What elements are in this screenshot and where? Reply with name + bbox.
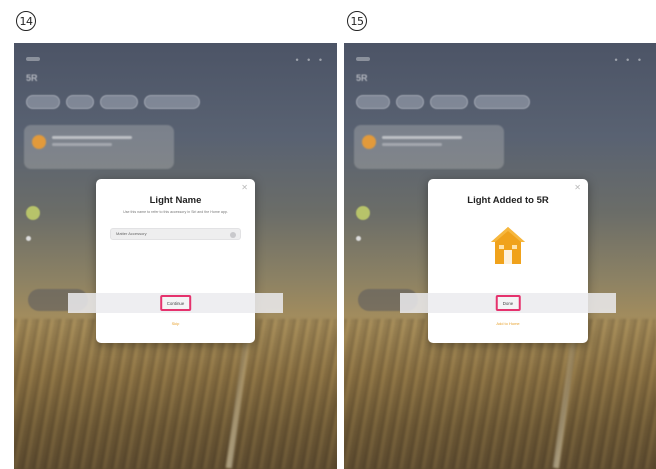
house-icon [491, 227, 525, 264]
category-chip[interactable] [474, 95, 530, 109]
close-icon[interactable]: ✕ [574, 184, 581, 192]
tile-text [382, 136, 462, 139]
category-chip[interactable] [26, 95, 60, 109]
screenshot-step-15: • • • 5R ✕ Light Added to 5R Done Add to… [344, 43, 656, 469]
dialog-subtitle: Use this name to refer to this accessory… [123, 210, 228, 214]
category-chips [26, 95, 200, 109]
light-name-input[interactable]: Matter Accessory [110, 228, 241, 240]
screenshot-step-14: • • • 5R ✕ Light Name Use this name to r… [14, 43, 337, 469]
home-title: 5R [356, 73, 368, 83]
category-chip[interactable] [430, 95, 468, 109]
accessory-icon [32, 135, 46, 149]
status-bar-time [356, 57, 370, 61]
done-button[interactable]: Done [495, 295, 521, 311]
dialog-title: Light Added to 5R [467, 195, 549, 206]
light-added-dialog: ✕ Light Added to 5R Done Add to Home [400, 179, 616, 343]
home-title: 5R [26, 73, 38, 83]
tile-text [52, 136, 132, 139]
status-bar-time [26, 57, 40, 61]
dialog-title: Light Name [149, 195, 202, 206]
light-name-value: Matter Accessory [116, 231, 147, 236]
light-name-dialog: ✕ Light Name Use this name to refer to t… [68, 179, 283, 343]
category-chip[interactable] [144, 95, 200, 109]
accessory-tile[interactable] [24, 125, 174, 169]
category-chip[interactable] [356, 95, 390, 109]
clear-icon[interactable] [230, 231, 236, 238]
accessory-icon [26, 206, 40, 220]
add-to-home-link[interactable]: Add to Home [428, 321, 588, 326]
skip-link[interactable]: Skip [96, 321, 255, 326]
continue-button[interactable]: Continue [159, 295, 192, 311]
step-number-14: 14 [16, 11, 36, 31]
status-bar-icons: • • • [614, 55, 644, 65]
tile-text [382, 143, 442, 146]
dot-icon [26, 236, 31, 241]
category-chip[interactable] [396, 95, 424, 109]
tile-text [52, 143, 112, 146]
category-chip[interactable] [100, 95, 138, 109]
category-chips [356, 95, 530, 109]
accessory-icon [356, 206, 370, 220]
status-bar-icons: • • • [295, 55, 325, 65]
done-button-label: Done [502, 300, 514, 306]
accessory-tile[interactable] [354, 125, 504, 169]
step-number-15: 15 [347, 11, 367, 31]
accessory-icon [362, 135, 376, 149]
category-chip[interactable] [66, 95, 94, 109]
dot-icon [356, 236, 361, 241]
close-icon[interactable]: ✕ [241, 184, 248, 192]
continue-button-label: Continue [166, 300, 185, 306]
